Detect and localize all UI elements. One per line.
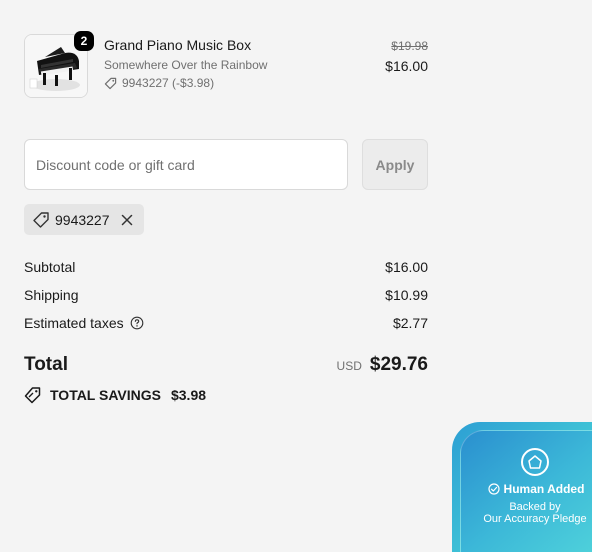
cart-line-item: 2 Grand Piano Music Box Somewhere Over t… [24,31,428,100]
total-amount-group: USD $29.76 [337,354,428,376]
subtotal-label: Subtotal [24,259,76,275]
shipping-label: Shipping [24,287,79,303]
total-savings-row: TOTAL SAVINGS $3.98 [24,386,206,404]
product-discount-line: 9943227 (-$3.98) [104,76,214,90]
product-price: $16.00 [385,58,428,74]
taxes-label: Estimated taxes [24,315,124,331]
applied-code-chip: 9943227 [24,204,144,235]
savings-label: TOTAL SAVINGS [50,387,161,403]
home-shield-icon [521,448,549,476]
total-row: Total USD $29.76 [24,354,428,380]
shipping-value: $10.99 [385,287,428,303]
total-value: $29.76 [369,354,428,375]
discount-code-input[interactable] [24,139,348,190]
discount-form: Apply [24,139,428,190]
subtotal-value: $16.00 [385,259,428,275]
pledge-title: Human Added [503,482,585,496]
pledge-subtitle: Backed by Our Accuracy Pledge [461,501,592,525]
close-icon[interactable] [119,212,135,228]
currency-code: USD [336,359,362,373]
quantity-badge: 2 [74,31,94,51]
pledge-subtitle-line-2: Our Accuracy Pledge [483,513,587,525]
apply-button[interactable]: Apply [362,139,428,190]
total-label: Total [24,354,68,375]
subtotal-row: Subtotal $16.00 [24,259,428,279]
original-price: $19.98 [391,39,428,53]
accuracy-pledge-badge[interactable]: Human Added Backed by Our Accuracy Pledg… [452,422,592,552]
taxes-value: $2.77 [392,315,428,331]
tag-icon [104,77,117,90]
pledge-title-row: Human Added [471,482,592,496]
taxes-row: Estimated taxes $2.77 [24,315,428,335]
help-circle-icon[interactable] [130,316,144,330]
tag-icon [32,211,50,229]
applied-code-text: 9943227 [55,211,110,228]
taxes-label-group: Estimated taxes [24,315,144,331]
product-name: Grand Piano Music Box [104,37,252,53]
savings-value: $3.98 [170,387,207,403]
pledge-subtitle-line-1: Backed by [509,501,561,513]
shipping-row: Shipping $10.99 [24,287,428,307]
product-discount-text: 9943227 (-$3.98) [122,76,215,90]
check-circle-icon [487,483,500,495]
product-variant: Somewhere Over the Rainbow [104,58,268,72]
savings-tag-icon [24,386,42,404]
